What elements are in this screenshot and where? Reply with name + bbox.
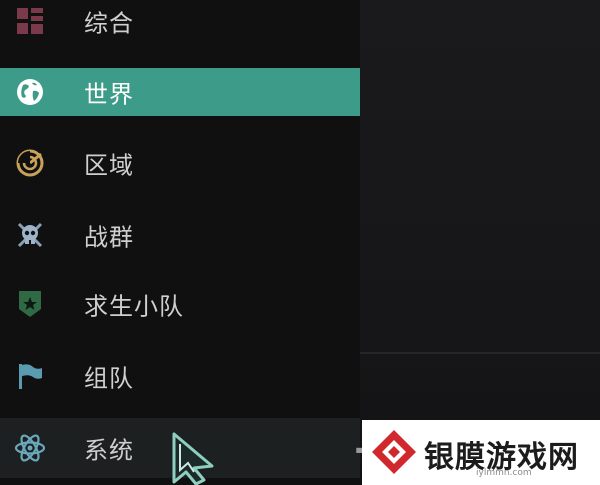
watermark-logo-icon (372, 430, 416, 474)
skull-icon (14, 219, 46, 251)
atom-icon (14, 432, 46, 464)
menu-item-team[interactable]: 组队 (0, 352, 360, 400)
flag-icon (14, 360, 46, 392)
menu-item-label: 世界 (84, 80, 134, 109)
globe-icon (14, 76, 46, 108)
shield-star-icon (14, 288, 46, 320)
menu-item-general[interactable]: 综合 (0, 0, 360, 42)
menu-item-label: 区域 (84, 151, 134, 180)
radar-icon (14, 147, 46, 179)
grid-icon (14, 5, 46, 37)
menu-item-world[interactable]: 世界 (0, 68, 360, 116)
mouse-cursor-icon (172, 432, 214, 485)
menu-item-label: 战群 (84, 223, 134, 252)
chat-channel-menu: 综合 世界 区域 战群 求生小队 组队 系统 (0, 0, 360, 485)
content-area (360, 0, 600, 485)
menu-item-warband[interactable]: 战群 (0, 211, 360, 259)
menu-item-survival-squad[interactable]: 求生小队 (0, 280, 360, 328)
menu-item-label: 综合 (84, 9, 134, 38)
watermark-site: iylmmn.com (476, 468, 532, 478)
menu-item-label: 系统 (84, 436, 134, 465)
menu-item-region[interactable]: 区域 (0, 139, 360, 187)
content-divider (360, 352, 600, 354)
menu-item-label: 求生小队 (84, 292, 184, 321)
watermark: 银膜游戏网 iylmmn.com (362, 420, 600, 485)
menu-item-label: 组队 (84, 364, 134, 393)
